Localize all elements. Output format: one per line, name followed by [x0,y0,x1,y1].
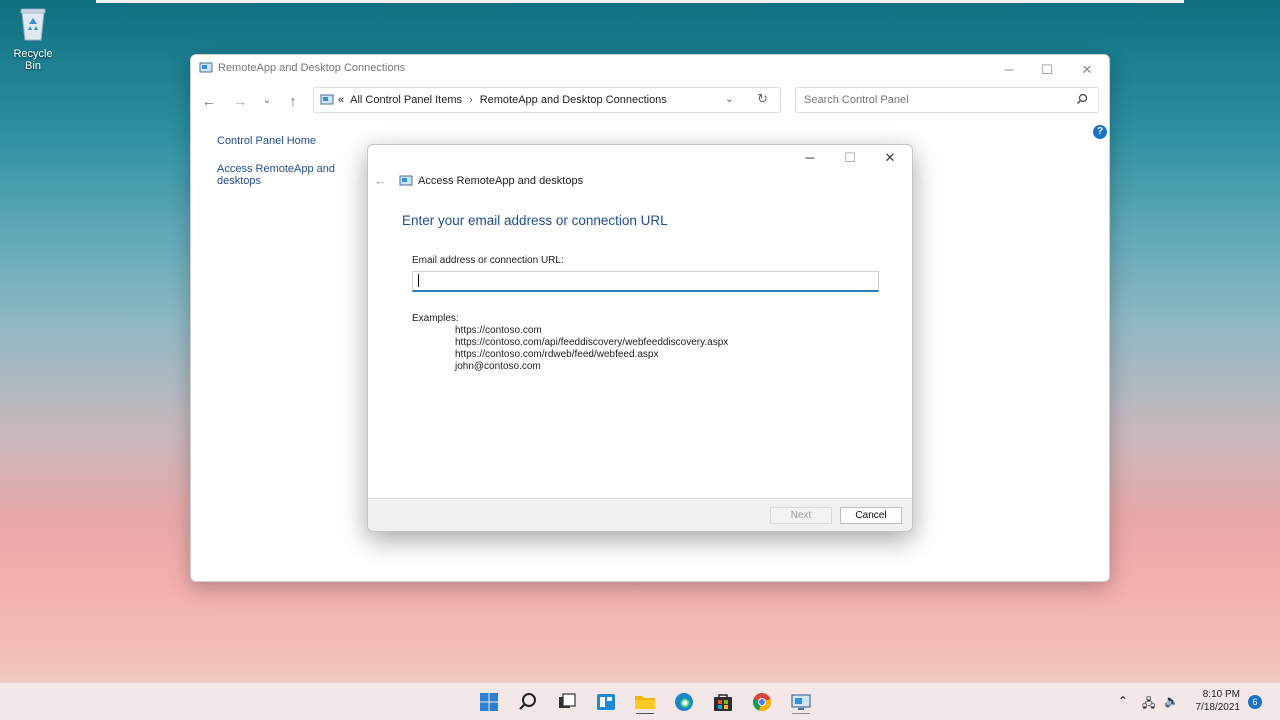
sidebar-item-access-remoteapp[interactable]: Access RemoteApp and desktops [217,163,337,187]
arrow-left-icon: ← [202,93,216,109]
remoteapp-icon [199,62,213,73]
navigation-bar: ← → ⌄ ↑ « All Control Panel Items › Remo… [191,87,1109,115]
help-button[interactable]: ? [1093,125,1107,139]
examples-label: Examples: [412,313,459,324]
forward-button[interactable]: → [228,87,252,115]
address-dropdown-icon[interactable]: ⌄ [725,92,734,105]
control-panel-icon [320,94,334,105]
chevron-up-icon[interactable]: ⌃ [1118,694,1128,708]
dialog-maximize-button[interactable]: ☐ [830,147,870,169]
recycle-bin-shortcut[interactable]: Recycle Bin [4,6,62,72]
store-icon[interactable] [711,690,735,714]
close-icon: ✕ [1081,62,1093,77]
back-button[interactable]: ← [197,87,221,115]
clock-date: 7/18/2021 [1195,702,1241,713]
dialog-title: Enter your email address or connection U… [402,213,668,228]
task-view-icon[interactable] [555,690,579,714]
window-title-bar: RemoteApp and Desktop Connections [191,55,1109,81]
examples-block: Examples: https://contoso.com https://co… [412,313,728,373]
recycle-bin-label: Recycle Bin [13,48,53,72]
breadcrumb-item-remoteapp[interactable]: RemoteApp and Desktop Connections [480,94,667,106]
chrome-icon[interactable] [750,690,774,714]
window-title: RemoteApp and Desktop Connections [218,62,406,74]
chevron-down-icon: ⌄ [262,95,272,106]
search-icon [1077,93,1088,104]
edge-browser-icon[interactable] [672,690,696,714]
maximize-button[interactable]: ☐ [1027,59,1067,81]
remote-desktop-icon[interactable] [789,690,813,714]
refresh-icon[interactable]: ↻ [757,91,768,107]
volume-icon[interactable]: 🔈 [1164,694,1179,708]
file-explorer-icon[interactable] [633,690,657,714]
example-item: https://contoso.com [455,325,542,336]
close-button[interactable]: ✕ [1067,59,1107,81]
sidebar: Control Panel Home Access RemoteApp and … [217,135,337,203]
next-button[interactable]: Next [770,507,832,524]
breadcrumb-prefix: « [338,94,345,106]
help-icon: ? [1096,126,1104,137]
start-windows-icon[interactable] [477,690,501,714]
example-item: https://contoso.com/api/feeddiscovery/we… [455,337,729,348]
minimize-icon: ─ [805,150,815,165]
maximize-icon: ☐ [844,150,856,165]
sidebar-item-control-panel-home[interactable]: Control Panel Home [217,135,337,147]
text-caret [418,274,419,287]
email-field-label: Email address or connection URL: [412,255,564,266]
maximize-icon: ☐ [1041,62,1053,77]
search-box[interactable]: Search Control Panel [795,87,1099,113]
search-icon[interactable] [516,690,540,714]
example-item: https://contoso.com/rdweb/feed/webfeed.a… [455,349,659,360]
chevron-right-icon: › [469,94,473,106]
minimize-button[interactable]: ─ [989,59,1029,81]
recycle-bin-icon [20,8,46,41]
network-icon[interactable]: 🖧 [1142,694,1155,715]
arrow-up-icon: ↑ [289,93,297,109]
close-icon: ✕ [884,150,896,165]
widgets-icon[interactable] [594,690,618,714]
breadcrumb-item-all-items[interactable]: All Control Panel Items [350,94,462,106]
system-clock[interactable]: 8:10 PM 7/18/2021 [1188,688,1241,714]
clock-time: 8:10 PM [1202,689,1240,700]
example-item: john@contoso.com [455,361,541,372]
search-placeholder: Search Control Panel [804,94,909,106]
dialog-close-button[interactable]: ✕ [870,147,910,169]
arrow-right-icon: → [233,93,247,109]
recent-locations-button[interactable]: ⌄ [255,87,279,115]
cancel-button[interactable]: Cancel [840,507,902,524]
dialog-footer: Next Cancel [368,498,912,531]
minimize-icon: ─ [1004,62,1014,77]
back-arrow-icon[interactable]: ← [374,173,387,188]
dialog-header: ← Access RemoteApp and desktops [374,173,583,188]
up-button[interactable]: ↑ [281,87,305,115]
notification-badge[interactable]: 6 [1248,695,1262,709]
address-bar[interactable]: « All Control Panel Items › RemoteApp an… [313,87,781,113]
email-url-input[interactable] [412,271,879,292]
taskbar: ⌃ 🖧 🔈 8:10 PM 7/18/2021 6 [0,682,1280,720]
top-edge-bar [96,0,1184,3]
access-remoteapp-dialog: ─ ☐ ✕ ← Access RemoteApp and desktops En… [367,144,913,532]
dialog-header-title: Access RemoteApp and desktops [418,174,584,187]
remoteapp-icon [399,175,413,185]
dialog-minimize-button[interactable]: ─ [790,147,830,169]
